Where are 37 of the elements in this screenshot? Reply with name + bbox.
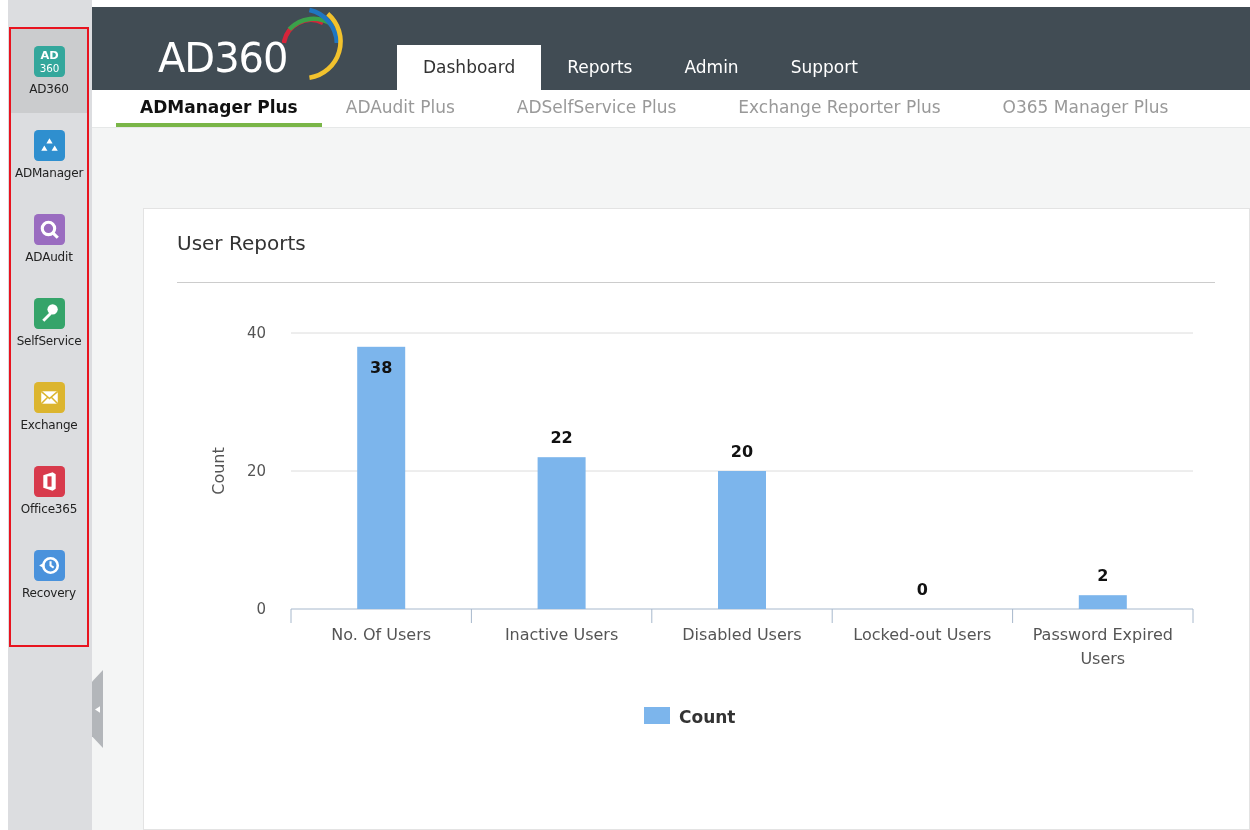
value-label: 20	[730, 442, 754, 461]
category-label: No. Of Users	[331, 625, 432, 644]
axis-tick-label: 20	[246, 462, 266, 480]
sidebar-item[interactable]: ADAudit	[11, 197, 87, 281]
value-label: 0	[916, 580, 928, 599]
sidebar-item[interactable]: SelfService	[11, 281, 87, 365]
axis-tick-label: 40	[246, 324, 266, 342]
bar	[1078, 595, 1127, 609]
sidebar-item[interactable]: ADManager	[11, 113, 87, 197]
nav-tab[interactable]: Reports	[541, 45, 659, 90]
category-label: Locked-out Users	[853, 625, 992, 644]
legend-label[interactable]: Count	[679, 707, 736, 727]
envelope-icon	[33, 382, 65, 413]
magnifier-icon	[33, 214, 65, 245]
history-icon	[33, 550, 65, 581]
nav-tab[interactable]: Dashboard	[397, 45, 542, 90]
nav-tab[interactable]: Admin	[658, 45, 765, 90]
office-icon	[33, 466, 65, 497]
sidebar-item[interactable]: Exchange	[11, 365, 87, 449]
category-label: Disabled Users	[682, 625, 802, 644]
value-label: 2	[1097, 566, 1109, 586]
value-label: 38	[370, 357, 393, 377]
key-icon	[33, 298, 65, 329]
category-label: Inactive Users	[504, 625, 619, 644]
sidebar-item[interactable]: AD 360 AD360	[11, 29, 87, 113]
category-label: Password Expired Users	[1032, 625, 1173, 668]
axis-tick-label: 0	[256, 600, 266, 618]
triangles-icon	[33, 130, 65, 161]
logo: AD360	[158, 35, 288, 81]
card-title: User Reports	[177, 231, 306, 255]
value-label: 22	[550, 428, 573, 448]
sidebar-item[interactable]: Office365	[11, 449, 87, 533]
axis-title: Count	[209, 447, 228, 495]
nav-tab[interactable]: Support	[764, 45, 884, 90]
legend-swatch	[644, 707, 670, 724]
sidebar-item[interactable]: Recovery	[11, 533, 87, 617]
ad360-logo-icon: AD 360	[33, 46, 65, 77]
